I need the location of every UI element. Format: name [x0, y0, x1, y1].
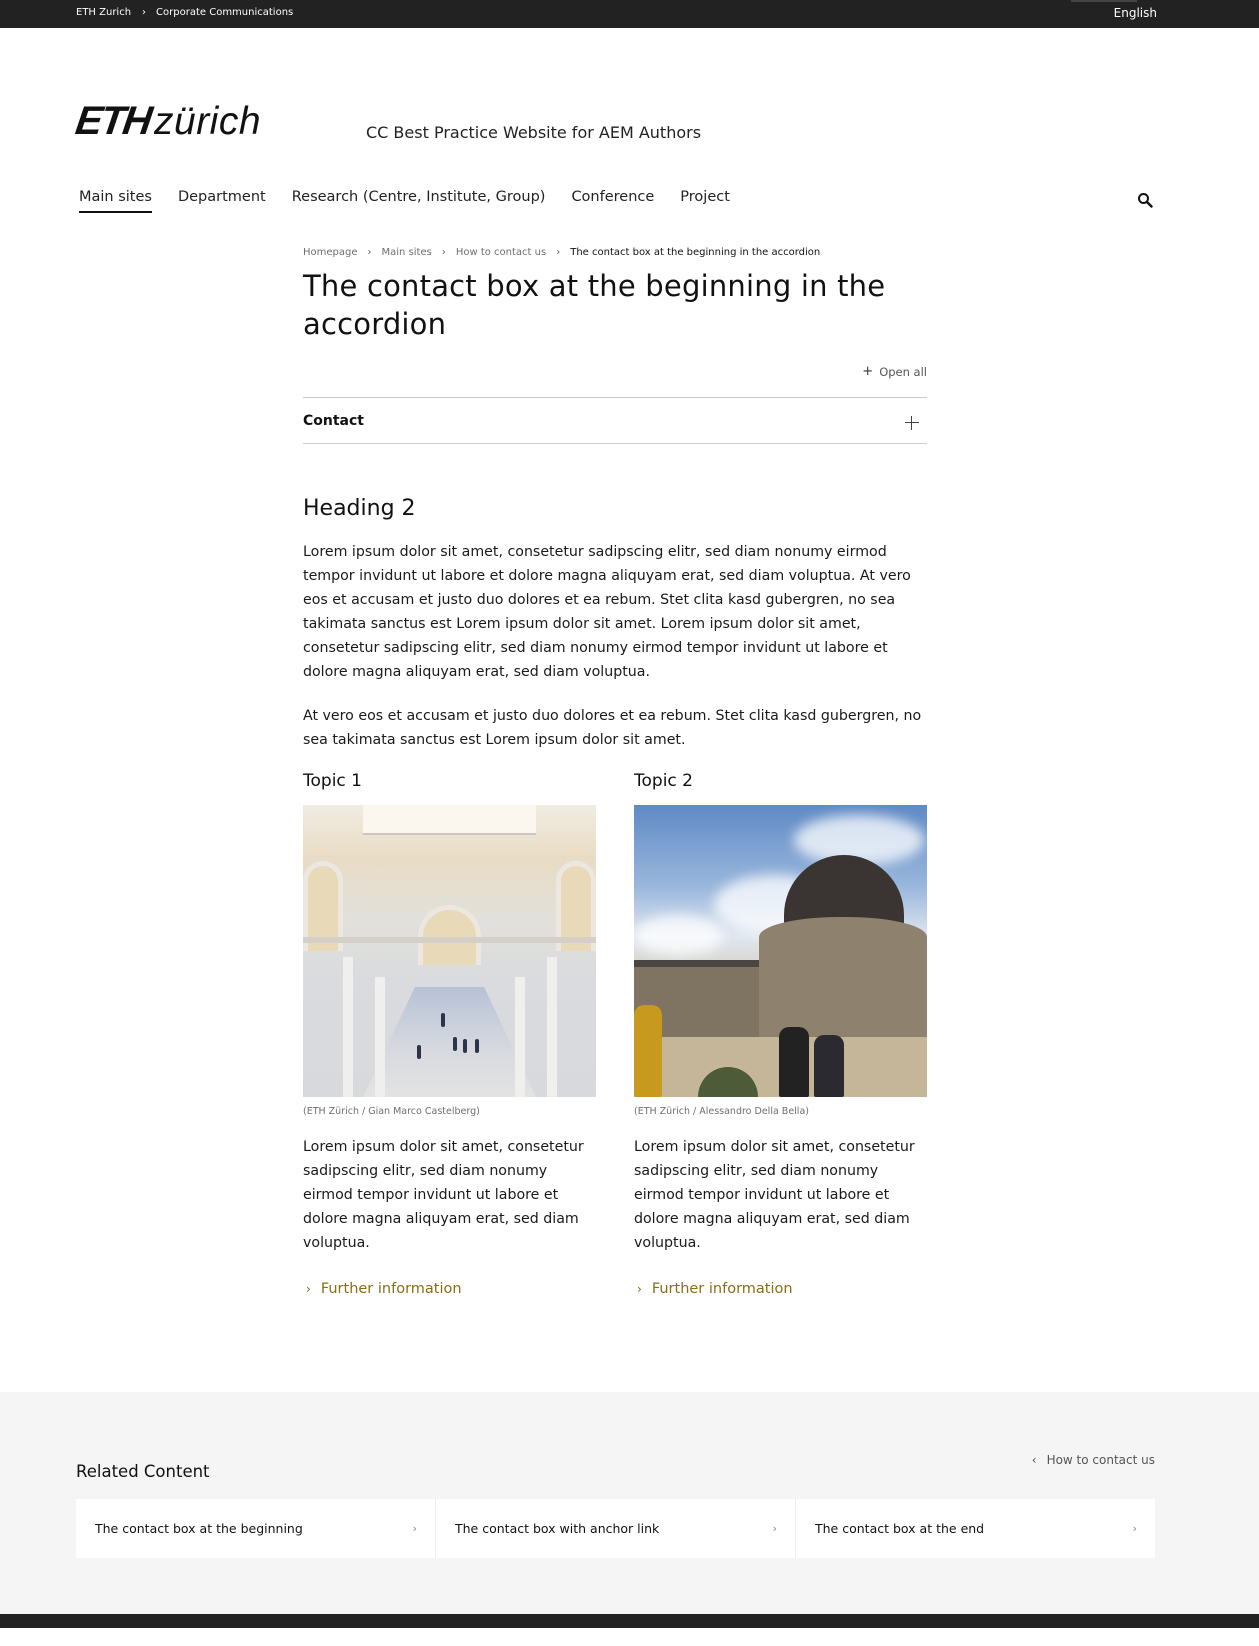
search-icon[interactable]	[1137, 192, 1153, 208]
image-column	[343, 957, 353, 1097]
image-person	[463, 1039, 467, 1053]
related-card-label: The contact box at the beginning	[95, 1521, 303, 1536]
logo-eth: ETH	[72, 99, 154, 143]
open-all-label: Open all	[879, 364, 927, 379]
link-label: Further information	[320, 1281, 462, 1297]
related-card[interactable]: The contact box at the beginning ›	[76, 1499, 435, 1558]
site-title[interactable]: CC Best Practice Website for AEM Authors	[366, 123, 701, 142]
related-card-label: The contact box with anchor link	[455, 1521, 660, 1536]
expand-plus-icon[interactable]	[905, 415, 919, 430]
further-information-link[interactable]: › Further information	[303, 1281, 596, 1297]
section-heading: Heading 2	[303, 496, 416, 521]
image-person	[814, 1035, 844, 1097]
topic-card: Topic 2 (ETH Zürich / Alessandro Della B…	[634, 771, 927, 1297]
chevron-right-icon: ›	[367, 247, 372, 258]
logo-zurich: zürich	[154, 100, 262, 143]
breadcrumb-current: The contact box at the beginning in the …	[570, 247, 821, 258]
topic-title: Topic 1	[303, 771, 362, 791]
top-breadcrumb: ETH Zurich › Corporate Communications	[76, 7, 293, 18]
back-link-label: How to contact us	[1046, 1453, 1155, 1467]
further-information-link[interactable]: › Further information	[634, 1281, 927, 1297]
related-cards: The contact box at the beginning › The c…	[76, 1499, 1155, 1558]
chevron-right-icon: ›	[412, 1522, 417, 1535]
chevron-right-icon: ›	[637, 1282, 642, 1296]
accordion-label: Contact	[303, 412, 364, 429]
language-tab-indicator	[1071, 0, 1137, 2]
top-breadcrumb-eth-zurich[interactable]: ETH Zurich	[76, 7, 131, 18]
image-column	[547, 957, 557, 1097]
breadcrumb-how-to-contact-us[interactable]: How to contact us	[456, 247, 546, 258]
open-all-button[interactable]: + Open all	[303, 364, 927, 379]
chevron-right-icon: ›	[556, 247, 561, 258]
nav-item-department[interactable]: Department	[178, 189, 266, 213]
nav-item-main-sites[interactable]: Main sites	[79, 189, 152, 213]
image-column	[515, 977, 525, 1097]
chevron-right-icon: ›	[441, 247, 446, 258]
topic-card: Topic 1 (ETH Zürich / Gian Marco Castelb…	[303, 771, 596, 1297]
breadcrumb-main-sites[interactable]: Main sites	[382, 247, 432, 258]
topic-image-main-building	[634, 805, 927, 1097]
related-content: Related Content ‹ How to contact us The …	[0, 1392, 1259, 1614]
language-switch[interactable]: English	[1114, 6, 1157, 20]
link-label: Further information	[651, 1281, 793, 1297]
related-content-title: Related Content	[76, 1462, 210, 1481]
paragraph-2: At vero eos et accusam et justo duo dolo…	[303, 708, 922, 748]
breadcrumb: Homepage › Main sites › How to contact u…	[303, 247, 927, 258]
top-bar: ETH Zurich › Corporate Communications En…	[0, 0, 1259, 28]
main-content: Homepage › Main sites › How to contact u…	[303, 190, 927, 1297]
chevron-right-icon: ›	[306, 1282, 311, 1296]
chevron-right-icon: ›	[142, 7, 147, 18]
chevron-left-icon: ‹	[1031, 1453, 1037, 1467]
topic-text: Lorem ipsum dolor sit amet, consetetur s…	[634, 1139, 915, 1251]
breadcrumb-homepage[interactable]: Homepage	[303, 247, 358, 258]
site-header: ETH zürich CC Best Practice Website for …	[0, 28, 1259, 213]
image-caption: (ETH Zürich / Gian Marco Castelberg)	[303, 1106, 480, 1117]
image-dome	[784, 855, 904, 925]
image-caption: (ETH Zürich / Alessandro Della Bella)	[634, 1106, 809, 1117]
image-floor	[363, 987, 536, 1097]
related-card[interactable]: The contact box at the end ›	[795, 1499, 1155, 1558]
plus-icon: +	[862, 364, 874, 379]
image-person	[475, 1039, 479, 1053]
chevron-right-icon: ›	[772, 1522, 777, 1535]
topics-grid: Topic 1 (ETH Zürich / Gian Marco Castelb…	[303, 771, 927, 1297]
image-column	[375, 977, 385, 1097]
footer-bar	[0, 1614, 1259, 1628]
image-person	[441, 1013, 445, 1027]
page-title: The contact box at the beginning in the …	[303, 269, 886, 341]
image-balustrade	[303, 937, 596, 943]
back-to-parent-link[interactable]: ‹ How to contact us	[1032, 1453, 1155, 1467]
topic-text: Lorem ipsum dolor sit amet, consetetur s…	[303, 1139, 584, 1251]
topic-title: Topic 2	[634, 771, 693, 791]
image-person	[453, 1037, 457, 1051]
image-skylight	[363, 805, 536, 835]
image-arch	[418, 905, 481, 965]
topic-image-main-hall	[303, 805, 596, 1097]
paragraph-1: Lorem ipsum dolor sit amet, consetetur s…	[303, 544, 911, 680]
eth-logo[interactable]: ETH zürich	[72, 99, 262, 143]
chevron-right-icon: ›	[1132, 1522, 1137, 1535]
accordion-contact[interactable]: Contact	[303, 397, 927, 444]
image-cloud	[634, 915, 724, 955]
image-person	[779, 1027, 809, 1097]
related-card[interactable]: The contact box with anchor link ›	[435, 1499, 795, 1558]
top-breadcrumb-corporate-communications[interactable]: Corporate Communications	[156, 7, 293, 18]
image-person	[634, 1005, 662, 1097]
related-card-label: The contact box at the end	[815, 1521, 985, 1536]
image-person	[417, 1045, 421, 1059]
